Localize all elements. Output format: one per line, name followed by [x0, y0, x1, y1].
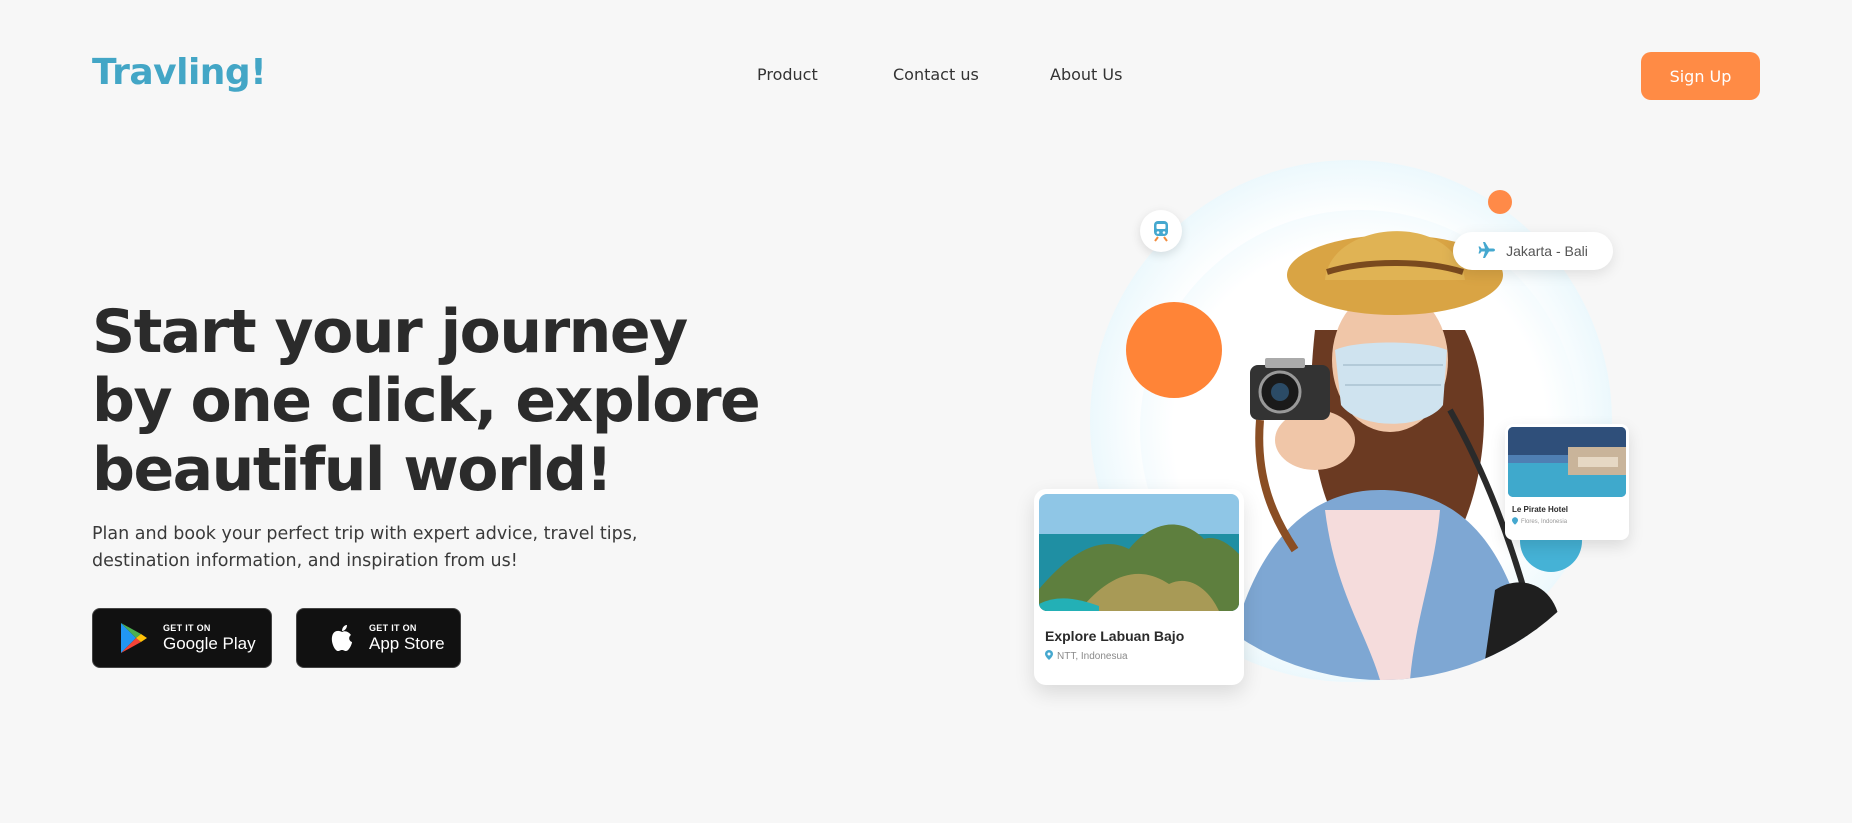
store-big-label: Google Play: [163, 633, 256, 653]
store-small-label: GET IT ON: [369, 622, 417, 633]
store-small-label: GET IT ON: [163, 622, 211, 633]
hero-title-line: by one click, explore: [92, 366, 761, 436]
main-nav: Product Contact us About Us: [0, 65, 1852, 89]
hero-subtitle-line: Plan and book your perfect trip with exp…: [92, 524, 638, 544]
plane-icon: [1478, 241, 1496, 262]
app-store-text: GET IT ON App Store: [369, 623, 445, 654]
apple-icon: [325, 621, 359, 655]
google-play-button[interactable]: GET IT ON Google Play: [92, 608, 272, 668]
nav-contact-link[interactable]: Contact us: [893, 65, 979, 84]
destination-image: [1039, 494, 1239, 611]
hotel-image: [1508, 427, 1626, 497]
hotel-location: Flores, Indonesia: [1512, 517, 1626, 527]
google-play-text: GET IT ON Google Play: [163, 623, 256, 654]
destination-location: NTT, Indonesua: [1045, 650, 1239, 663]
nav-about-link[interactable]: About Us: [1050, 65, 1122, 84]
hero-title-line: beautiful world!: [92, 435, 613, 505]
location-pin-icon: [1045, 650, 1053, 663]
route-badge: Jakarta - Bali: [1453, 232, 1613, 270]
hero-illustration: Jakarta - Bali Explore Labuan Bajo NTT, …: [1030, 150, 1670, 690]
hero-title-line: Start your journey: [92, 297, 688, 367]
destination-title: Explore Labuan Bajo: [1045, 628, 1185, 644]
store-big-label: App Store: [369, 633, 445, 653]
hero-subtitle-line: destination information, and inspiration…: [92, 551, 518, 571]
nav-product-link[interactable]: Product: [757, 65, 818, 84]
route-text: Jakarta - Bali: [1506, 243, 1588, 259]
location-pin-icon: [1512, 517, 1518, 527]
location-text: Flores, Indonesia: [1521, 519, 1568, 525]
hotel-card[interactable]: Le Pirate Hotel Flores, Indonesia: [1505, 424, 1629, 540]
hero-title: Start your journey by one click, explore…: [92, 297, 761, 505]
train-icon: [1140, 210, 1182, 252]
google-play-icon: [117, 621, 151, 655]
destination-card[interactable]: Explore Labuan Bajo NTT, Indonesua: [1034, 489, 1244, 685]
location-text: NTT, Indonesua: [1057, 651, 1128, 662]
sign-up-button[interactable]: Sign Up: [1641, 52, 1760, 100]
hero-subtitle: Plan and book your perfect trip with exp…: [92, 521, 652, 575]
hotel-title: Le Pirate Hotel: [1512, 505, 1569, 514]
app-store-button[interactable]: GET IT ON App Store: [296, 608, 461, 668]
